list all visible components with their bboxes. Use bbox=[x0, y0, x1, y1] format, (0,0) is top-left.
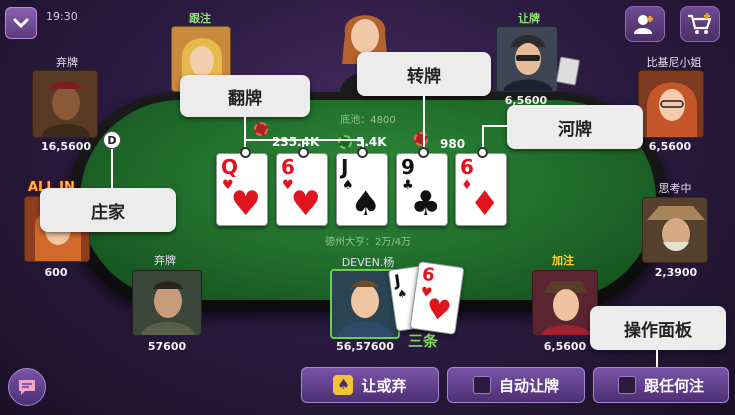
add-user-icon bbox=[634, 15, 653, 34]
player-avatar[interactable] bbox=[32, 70, 98, 138]
chip-icon bbox=[414, 132, 428, 146]
chat-icon bbox=[19, 380, 35, 395]
player-avatar[interactable] bbox=[638, 70, 704, 138]
side-pot-1: 235.4K bbox=[272, 135, 320, 149]
auto-check-button[interactable]: 自动让牌 bbox=[447, 367, 585, 403]
action-panel-callout: 操作面板 bbox=[590, 306, 726, 350]
callout-dot bbox=[357, 147, 368, 158]
call-any-label: 跟任何注 bbox=[643, 376, 704, 395]
self-player-name: DEVEN.杨 bbox=[341, 256, 395, 269]
dealer-button: D bbox=[103, 131, 121, 149]
player-status: 弃牌 bbox=[56, 56, 78, 69]
cart-icon bbox=[688, 13, 712, 34]
chip-icon bbox=[254, 122, 268, 136]
clock: 19:30 bbox=[46, 10, 78, 23]
callout-dot bbox=[418, 147, 429, 158]
player-avatar[interactable] bbox=[532, 270, 598, 336]
callout-line bbox=[244, 117, 246, 147]
dealer-callout: 庄家 bbox=[40, 188, 176, 232]
menu-button[interactable] bbox=[5, 7, 37, 39]
player-avatar[interactable] bbox=[496, 26, 558, 92]
chevron-down-icon bbox=[13, 18, 29, 29]
add-friend-button[interactable] bbox=[625, 6, 665, 42]
player-status: 跟注 bbox=[189, 12, 211, 25]
community-card: 6 ♦ ♦ bbox=[455, 153, 507, 226]
chip-icon bbox=[338, 135, 352, 149]
table-subtitle: 德州大亨：2万/4万 bbox=[324, 237, 412, 248]
player-status: 思考中 bbox=[658, 182, 692, 195]
community-card: J ♠ ♠ bbox=[336, 153, 388, 226]
hand-rank: 三条 bbox=[408, 332, 439, 350]
player-status: 让牌 bbox=[518, 12, 540, 25]
spade-icon: ♠ bbox=[333, 375, 354, 395]
player-avatar[interactable] bbox=[132, 270, 202, 336]
callout-line bbox=[482, 125, 484, 149]
self-chips: 56,57600 bbox=[336, 340, 394, 353]
hole-card: 6 ♥ ♥ bbox=[409, 261, 465, 335]
callout-line bbox=[423, 96, 425, 148]
auto-check-label: 自动让牌 bbox=[498, 376, 559, 395]
player-chips: 600 bbox=[44, 266, 68, 279]
player-chips: 2,3900 bbox=[654, 266, 698, 279]
river-callout: 河牌 bbox=[507, 105, 643, 149]
community-card: 9 ♣ ♣ bbox=[396, 153, 448, 226]
player-chips: 16,5600 bbox=[40, 140, 92, 153]
callout-line bbox=[244, 139, 364, 141]
callout-line bbox=[656, 350, 658, 367]
callout-line bbox=[111, 149, 113, 189]
check-or-fold-button[interactable]: ♠ 让或弃 bbox=[301, 367, 439, 403]
player-status: 比基尼小姐 bbox=[646, 56, 702, 69]
call-any-checkbox[interactable] bbox=[617, 376, 636, 394]
callout-dot bbox=[240, 147, 251, 158]
chat-button[interactable] bbox=[8, 368, 46, 406]
callout-dot bbox=[298, 147, 309, 158]
shop-button[interactable] bbox=[680, 6, 720, 42]
player-status: 弃牌 bbox=[154, 254, 176, 267]
side-pot-3: 980 bbox=[440, 137, 466, 151]
player-status: 加注 bbox=[552, 254, 574, 267]
turn-callout: 转牌 bbox=[357, 52, 491, 96]
player-avatar[interactable] bbox=[642, 197, 708, 263]
callout-dot bbox=[477, 147, 488, 158]
community-card: 6 ♥ ♥ bbox=[276, 153, 328, 226]
community-card: Q ♥ ♥ bbox=[216, 153, 268, 226]
card-back-icon bbox=[555, 56, 581, 86]
callout-line bbox=[482, 125, 508, 127]
auto-check-checkbox[interactable] bbox=[472, 376, 491, 394]
pot-label: 底池：4800 bbox=[340, 115, 396, 126]
call-any-button[interactable]: 跟任何注 bbox=[593, 367, 729, 403]
flop-callout: 翻牌 bbox=[180, 75, 310, 117]
check-or-fold-label: 让或弃 bbox=[361, 376, 407, 395]
player-chips: 57600 bbox=[147, 340, 187, 353]
